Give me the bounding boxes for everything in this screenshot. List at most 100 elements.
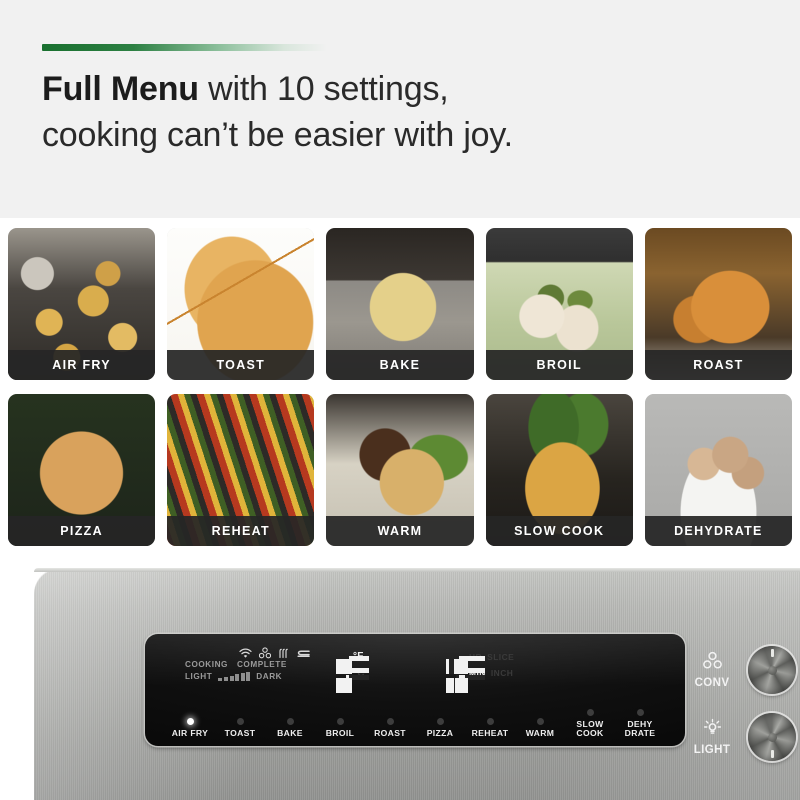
- function-indicator-dot: [586, 708, 594, 716]
- menu-tile-bake: BAKE: [326, 228, 474, 380]
- menu-tile-toast: TOAST: [167, 228, 315, 380]
- menu-tile-label: AIR FRY: [8, 350, 156, 380]
- menu-tile-label: ROAST: [644, 350, 792, 380]
- function-button-label: BROIL: [325, 728, 355, 739]
- function-button-label: TOAST: [224, 728, 256, 739]
- shade-bar: [223, 676, 228, 681]
- page-root: Full Menu with 10 settings, cooking can’…: [0, 0, 800, 800]
- size-unit-slice: SLICE: [487, 652, 515, 663]
- appliance-top-edge: [34, 568, 800, 572]
- function-button-label: REHEAT: [471, 728, 509, 739]
- function-button-label: PIZZA: [426, 728, 454, 739]
- light-knob[interactable]: [748, 713, 796, 761]
- shade-row: LIGHT DARK: [185, 672, 320, 681]
- function-button-toast[interactable]: TOAST: [215, 718, 265, 739]
- status-block: COOKING COMPLETE LIGHT DARK: [185, 644, 320, 681]
- fan-icon: [702, 651, 722, 675]
- fan-icon: [259, 647, 271, 659]
- menu-tile-dehydrate: DEHYDRATE: [644, 394, 792, 546]
- temperature-readout: °F °C: [336, 644, 369, 693]
- function-button-reheat[interactable]: REHEAT: [465, 718, 515, 739]
- shade-bar: [229, 675, 234, 681]
- function-indicator-dot: [486, 718, 494, 726]
- function-button-label: ROAST: [374, 728, 406, 739]
- light-label: LIGHT: [185, 672, 213, 681]
- headline-strong: Full Menu: [42, 70, 199, 108]
- menu-tile-pizza: PIZZA: [8, 394, 156, 546]
- function-indicator-dot: [386, 718, 394, 726]
- light-knob-group: LIGHT: [690, 713, 796, 761]
- menu-tile-roast: ROAST: [644, 228, 792, 380]
- temp-unit-col: °F °C: [353, 644, 365, 686]
- complete-label: COMPLETE: [236, 660, 287, 669]
- function-button-dehy-drate[interactable]: DEHY DRATE: [615, 708, 665, 739]
- menu-tile-reheat: REHEAT: [167, 394, 315, 546]
- function-button-bake[interactable]: BAKE: [265, 718, 315, 739]
- cooking-label: COOKING: [185, 660, 228, 669]
- function-button-label: DEHY DRATE: [624, 718, 656, 739]
- conv-knob-group: CONV: [690, 646, 796, 694]
- conv-label-text: CONV: [694, 677, 730, 689]
- function-indicator-dot: [336, 718, 344, 726]
- led-display: COOKING COMPLETE LIGHT DARK °F °C: [145, 642, 685, 700]
- function-button-warm[interactable]: WARM: [515, 718, 565, 739]
- shade-bar: [218, 678, 223, 681]
- function-button-label: WARM: [525, 728, 555, 739]
- menu-tile-label: BAKE: [326, 350, 474, 380]
- function-indicator-dot: [636, 708, 644, 716]
- function-button-broil[interactable]: BROIL: [315, 718, 365, 739]
- conv-knob-pointer: [770, 649, 774, 657]
- shade-bar: [235, 674, 240, 681]
- dark-label: DARK: [256, 672, 283, 681]
- function-button-label: SLOW COOK: [576, 718, 604, 739]
- menu-tile-label: TOAST: [167, 350, 315, 380]
- heating-element-icon: [297, 649, 310, 659]
- menu-tile-broil: BROIL: [485, 228, 633, 380]
- headline-rest: with 10 settings,: [198, 70, 449, 108]
- menu-tile-slow-cook: SLOW COOK: [485, 394, 633, 546]
- menu-tile-warm: WARM: [326, 394, 474, 546]
- time-unit-col: HR SLICE MIN INCH: [469, 644, 514, 686]
- appliance-section: COOKING COMPLETE LIGHT DARK °F °C: [0, 560, 800, 800]
- function-indicator-dot: [186, 718, 194, 726]
- shade-level-gauge: [218, 672, 251, 681]
- function-indicator-dot: [236, 718, 244, 726]
- conv-knob-label: CONV: [690, 651, 734, 689]
- function-button-roast[interactable]: ROAST: [365, 718, 415, 739]
- function-indicator-dot: [286, 718, 294, 726]
- function-button-air-fry[interactable]: AIR FRY: [165, 718, 215, 739]
- timer-readout: HR SLICE MIN INCH: [446, 644, 514, 693]
- function-indicator-dot: [436, 718, 444, 726]
- accent-bar: [42, 44, 327, 51]
- menu-tile-air-fry: AIR FRY: [8, 228, 156, 380]
- size-unit-inch: INCH: [490, 667, 514, 678]
- wifi-icon: [239, 648, 252, 659]
- menu-grid: AIR FRY TOAST BAKE BROIL ROAST PIZZA REHEAT WAR…: [0, 228, 800, 550]
- function-button-slow-cook[interactable]: SLOW COOK: [565, 708, 615, 739]
- shade-bar: [240, 673, 245, 681]
- function-button-label: AIR FRY: [171, 728, 209, 739]
- menu-tile-label: PIZZA: [8, 516, 156, 546]
- cooking-status-row: COOKING COMPLETE: [185, 660, 320, 669]
- status-icon-row: [229, 644, 320, 659]
- header-section: Full Menu with 10 settings, cooking can’…: [0, 0, 800, 218]
- headline-line2: cooking can’t be easier with joy.: [42, 116, 513, 154]
- conv-knob[interactable]: [748, 646, 796, 694]
- menu-tile-label: WARM: [326, 516, 474, 546]
- bulb-icon: [703, 718, 722, 742]
- page-title: Full Menu with 10 settings, cooking can’…: [42, 66, 762, 158]
- heat-waves-icon: [278, 647, 290, 659]
- menu-tile-label: SLOW COOK: [485, 516, 633, 546]
- menu-tile-label: DEHYDRATE: [644, 516, 792, 546]
- light-knob-label: LIGHT: [690, 718, 734, 756]
- menu-tile-label: REHEAT: [167, 516, 315, 546]
- light-label-text: LIGHT: [693, 744, 731, 756]
- shade-bar: [246, 672, 251, 681]
- function-indicator-dot: [536, 718, 544, 726]
- function-button-label: BAKE: [277, 728, 303, 739]
- function-button-row: AIR FRY TOAST BAKE BROIL ROAST PIZZA REHEAT WAR…: [145, 708, 685, 739]
- function-button-pizza[interactable]: PIZZA: [415, 718, 465, 739]
- light-knob-pointer: [770, 750, 774, 758]
- menu-tile-label: BROIL: [485, 350, 633, 380]
- control-panel: COOKING COMPLETE LIGHT DARK °F °C: [145, 634, 685, 746]
